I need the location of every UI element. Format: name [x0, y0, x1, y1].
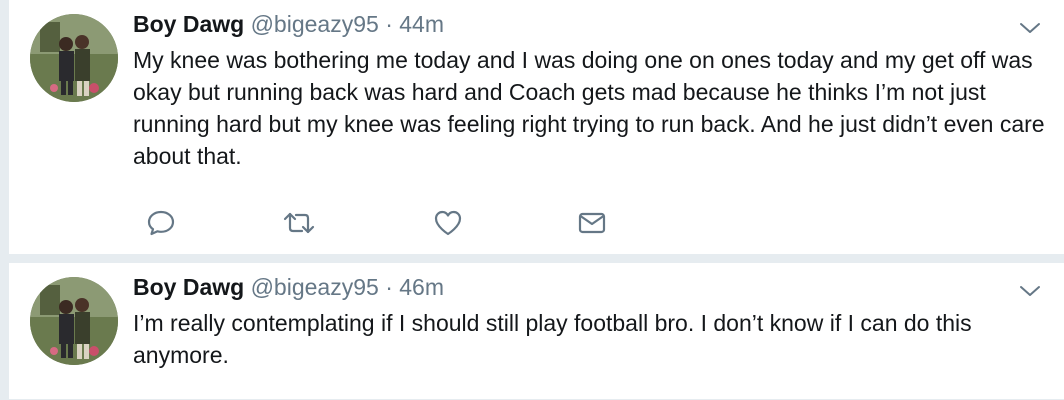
tweet-header: Boy Dawg @bigeazy95 · 46m: [133, 273, 444, 301]
timestamp[interactable]: 44m: [399, 11, 444, 37]
dm-icon[interactable]: [575, 206, 609, 240]
avatar[interactable]: [30, 14, 118, 102]
display-name[interactable]: Boy Dawg: [133, 274, 244, 300]
tweet-header: Boy Dawg @bigeazy95 · 44m: [133, 10, 444, 38]
tweet-card[interactable]: Boy Dawg @bigeazy95 · 46m I’m really con…: [9, 263, 1064, 400]
avatar[interactable]: [30, 277, 118, 365]
avatar-photo: [30, 14, 118, 102]
tweet-text: I’m really contemplating if I should sti…: [133, 310, 972, 368]
retweet-icon[interactable]: [282, 206, 316, 240]
like-icon[interactable]: [431, 206, 465, 240]
reply-icon[interactable]: [144, 206, 178, 240]
separator-dot: ·: [385, 11, 393, 37]
separator-dot: ·: [385, 274, 393, 300]
tweet-text: My knee was bothering me today and I was…: [133, 47, 1045, 169]
tweet-actions: [133, 206, 613, 240]
display-name[interactable]: Boy Dawg: [133, 11, 244, 37]
chevron-down-icon[interactable]: [1018, 283, 1042, 299]
timestamp[interactable]: 46m: [399, 274, 444, 300]
user-handle[interactable]: @bigeazy95: [251, 11, 379, 37]
chevron-down-icon[interactable]: [1018, 20, 1042, 36]
user-handle[interactable]: @bigeazy95: [251, 274, 379, 300]
tweet-card[interactable]: Boy Dawg @bigeazy95 · 44m My knee was bo…: [9, 0, 1064, 255]
avatar-photo: [30, 277, 118, 365]
